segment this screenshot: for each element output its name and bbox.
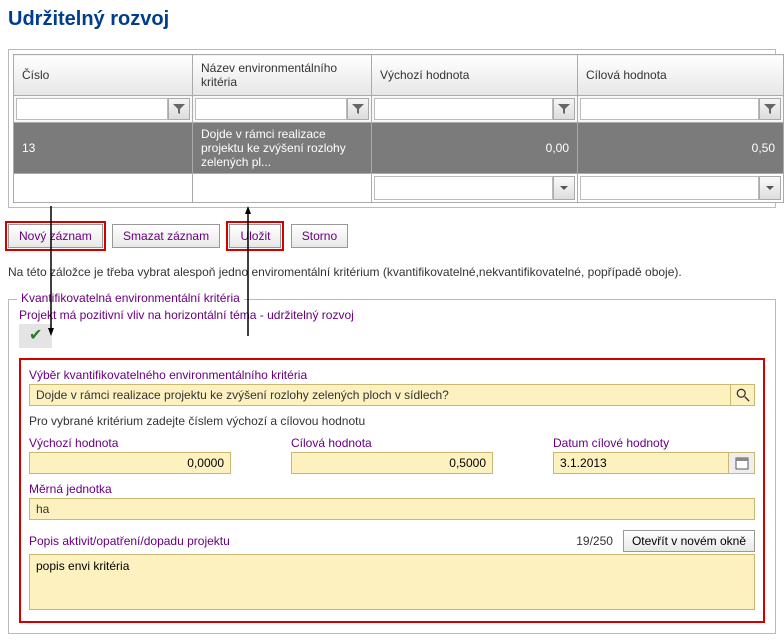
cilova-label: Cílová hodnota [291, 436, 493, 450]
col-header-cilova[interactable]: Cílová hodnota [578, 55, 784, 96]
selected-criterion: Dojde v rámci realizace projektu ke zvýš… [29, 384, 731, 406]
filter-row [14, 96, 784, 123]
datum-input[interactable] [553, 452, 729, 474]
unit-label: Měrná jednotka [29, 482, 755, 496]
chevron-down-icon[interactable] [759, 176, 781, 200]
filter-input-nazev[interactable] [195, 98, 347, 120]
cilova-input[interactable] [291, 452, 493, 474]
cell-nazev: Dojde v rámci realizace projektu ke zvýš… [193, 123, 372, 174]
criteria-table: Číslo Název environmentálního kritéria V… [13, 54, 784, 203]
subtitle: Projekt má pozitivní vliv na horizontáln… [19, 308, 765, 322]
checkmark-icon: ✔ [19, 324, 52, 348]
summary-row [14, 174, 784, 203]
vychozi-label: Výchozí hodnota [29, 436, 231, 450]
filter-input-cilova[interactable] [580, 98, 759, 120]
cell-cislo: 13 [14, 123, 193, 174]
delete-record-button[interactable]: Smazat záznam [112, 224, 220, 248]
datum-label: Datum cílové hodnoty [553, 436, 755, 450]
chevron-down-icon[interactable] [553, 176, 575, 200]
fieldset-legend: Kvantifikovatelná environmentální kritér… [17, 291, 244, 305]
cell-cilova: 0,50 [578, 123, 784, 174]
button-bar: Nový záznam Smazat záznam Uložit Storno [8, 224, 776, 248]
page-title: Udržitelný rozvoj [8, 8, 776, 31]
desc-textarea[interactable]: popis envi kritéria [29, 554, 755, 610]
open-new-window-button[interactable]: Otevřít v novém okně [623, 530, 755, 552]
summary-input-cilova[interactable] [580, 176, 759, 200]
save-button[interactable]: Uložit [229, 224, 281, 248]
filter-icon[interactable] [347, 98, 369, 120]
new-record-button[interactable]: Nový záznam [8, 224, 103, 248]
vychozi-input[interactable] [29, 452, 231, 474]
cancel-button[interactable]: Storno [291, 224, 348, 248]
table-row[interactable]: 13 Dojde v rámci realizace projektu ke z… [14, 123, 784, 174]
unit-value: ha [29, 498, 755, 520]
select-label: Výběr kvantifikovatelného environmentáln… [29, 368, 755, 382]
filter-input-vychozi[interactable] [374, 98, 553, 120]
search-icon[interactable] [731, 384, 755, 406]
info-text: Na této záložce je třeba vybrat alespoň … [8, 264, 776, 281]
values-instruction: Pro vybrané kritérium zadejte číslem výc… [29, 414, 755, 428]
desc-label: Popis aktivit/opatření/dopadu projektu [29, 534, 566, 548]
grid-panel: Číslo Název environmentálního kritéria V… [8, 49, 776, 208]
cell-vychozi: 0,00 [372, 123, 578, 174]
summary-input-vychozi[interactable] [374, 176, 553, 200]
filter-input-cislo[interactable] [16, 98, 168, 120]
filter-icon[interactable] [168, 98, 190, 120]
filter-icon[interactable] [759, 98, 781, 120]
col-header-cislo[interactable]: Číslo [14, 55, 193, 96]
calendar-icon[interactable] [729, 452, 755, 474]
col-header-vychozi[interactable]: Výchozí hodnota [372, 55, 578, 96]
char-counter: 19/250 [576, 534, 613, 548]
filter-icon[interactable] [553, 98, 575, 120]
quant-criteria-fieldset: Kvantifikovatelná environmentální kritér… [8, 299, 776, 634]
col-header-nazev[interactable]: Název environmentálního kritéria [193, 55, 372, 96]
form-area: Výběr kvantifikovatelného environmentáln… [19, 358, 765, 623]
